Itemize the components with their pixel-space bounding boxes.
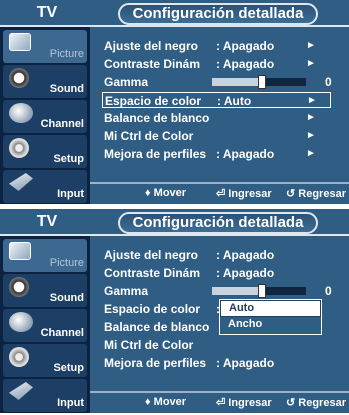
sidebar-item-picture[interactable]: Picture [3,239,87,272]
footer-hints: ♦ Mover ⏎ Ingresar ↺ Regresar [90,391,349,413]
sidebar-item-setup[interactable]: Setup [3,344,87,377]
gamma-slider[interactable] [212,75,306,89]
arrow-right-icon: ► [306,148,316,159]
menu-row-gamma[interactable]: Gamma 0 [104,74,332,90]
move-hint: ♦ Mover [145,396,187,408]
color-space-dropdown[interactable]: Auto Ancho [219,299,322,335]
channel-icon [9,103,33,123]
setup-icon [9,138,29,158]
menu-screen-2: TV Configuración detallada Picture Sound… [0,209,349,413]
sidebar-item-label: Channel [40,327,84,339]
picture-icon [9,242,31,260]
slider-thumb[interactable] [258,75,266,89]
enter-hint: ⏎ Ingresar [216,397,272,409]
arrow-right-icon: ► [306,58,316,69]
gamma-value: 0 [325,75,332,89]
menu-screen-1: TV Configuración detallada Picture Sound… [0,0,349,204]
gamma-slider[interactable] [212,284,306,298]
input-icon [9,173,33,191]
row-label: Balance de blanco [104,111,210,125]
footer-hints: ♦ Mover ⏎ Ingresar ↺ Regresar [90,182,349,204]
return-hint: ↺ Regresar [286,397,346,409]
picture-icon [9,33,31,51]
sidebar-item-sound[interactable]: Sound [3,65,87,98]
tv-label: TV [36,213,58,230]
sidebar-item-channel[interactable]: Channel [3,309,87,342]
row-value: : Apagado [216,356,275,370]
menu-row-black-adjust[interactable]: Ajuste del negro : Apagado [104,247,330,263]
sidebar-item-label: Setup [53,362,84,374]
sidebar-item-label: Picture [49,257,84,269]
sidebar-item-label: Input [57,397,84,409]
menu-row-my-color-control[interactable]: Mi Ctrl de Color [104,337,330,353]
row-value: : Apagado [216,147,275,161]
sidebar-item-label: Setup [53,153,84,165]
row-label: Mejora de perfiles [104,356,207,370]
menu-row-color-space[interactable]: Espacio de color : Auto ► [102,92,331,108]
sidebar-item-label: Input [57,188,84,200]
row-value: : Apagado [216,39,275,53]
settings-list: Ajuste del negro : Apagado ► Contraste D… [90,27,349,177]
dropdown-option-auto[interactable]: Auto [220,300,321,317]
row-label: Contraste Dinám [104,266,201,280]
menu-row-edge-enhancement[interactable]: Mejora de perfiles : Apagado ► [104,146,330,162]
arrow-right-icon: ► [306,112,316,123]
arrow-right-icon: ► [306,40,316,51]
menu-row-my-color-control[interactable]: Mi Ctrl de Color ► [104,128,330,144]
menu-row-dynamic-contrast[interactable]: Contraste Dinám : Apagado ► [104,56,330,72]
enter-hint: ⏎ Ingresar [216,188,272,200]
sidebar-item-picture[interactable]: Picture [3,30,87,63]
row-label: Balance de blanco [104,320,210,334]
sidebar-item-label: Sound [49,83,84,95]
move-hint: ♦ Mover [145,187,187,199]
row-label: Gamma [104,284,149,298]
row-label: Ajuste del negro [104,248,199,262]
page-title: Configuración detallada [118,212,318,234]
menu-row-dynamic-contrast[interactable]: Contraste Dinám : Apagado [104,265,330,281]
row-label: Mi Ctrl de Color [104,129,194,143]
setup-icon [9,347,29,367]
sidebar-item-input[interactable]: Input [3,379,87,412]
gamma-value: 0 [325,284,332,298]
tv-label: TV [36,4,58,21]
sound-icon [9,68,29,88]
row-label: Gamma [104,75,149,89]
sidebar-item-label: Sound [49,292,84,304]
menu-row-edge-enhancement[interactable]: Mejora de perfiles : Apagado [104,355,330,371]
page-title: Configuración detallada [118,3,318,25]
slider-thumb[interactable] [258,284,266,298]
row-value: : Apagado [216,248,275,262]
sound-icon [9,277,29,297]
row-value: : Auto [217,94,252,108]
sidebar-item-label: Channel [40,118,84,130]
sidebar-item-sound[interactable]: Sound [3,274,87,307]
row-label: Mi Ctrl de Color [104,338,194,352]
row-label: Espacio de color [104,302,201,316]
row-value: : Apagado [216,57,275,71]
sidebar: Picture Sound Channel Setup Input [0,27,90,204]
menu-row-white-balance[interactable]: Balance de blanco ► [104,110,330,126]
row-label: Mejora de perfiles [104,147,207,161]
row-value: : Apagado [216,266,275,280]
menu-row-black-adjust[interactable]: Ajuste del negro : Apagado ► [104,38,330,54]
arrow-right-icon: ► [307,95,317,106]
sidebar-item-label: Picture [49,48,84,60]
return-hint: ↺ Regresar [286,188,346,200]
channel-icon [9,312,33,332]
input-icon [9,382,33,400]
row-label: Espacio de color [105,94,202,108]
arrow-right-icon: ► [306,130,316,141]
dropdown-option-wide[interactable]: Ancho [220,317,321,334]
sidebar-item-channel[interactable]: Channel [3,100,87,133]
row-label: Contraste Dinám [104,57,201,71]
sidebar-item-input[interactable]: Input [3,170,87,203]
sidebar-item-setup[interactable]: Setup [3,135,87,168]
row-label: Ajuste del negro [104,39,199,53]
menu-row-gamma[interactable]: Gamma 0 [104,283,332,299]
sidebar: Picture Sound Channel Setup Input [0,236,90,413]
